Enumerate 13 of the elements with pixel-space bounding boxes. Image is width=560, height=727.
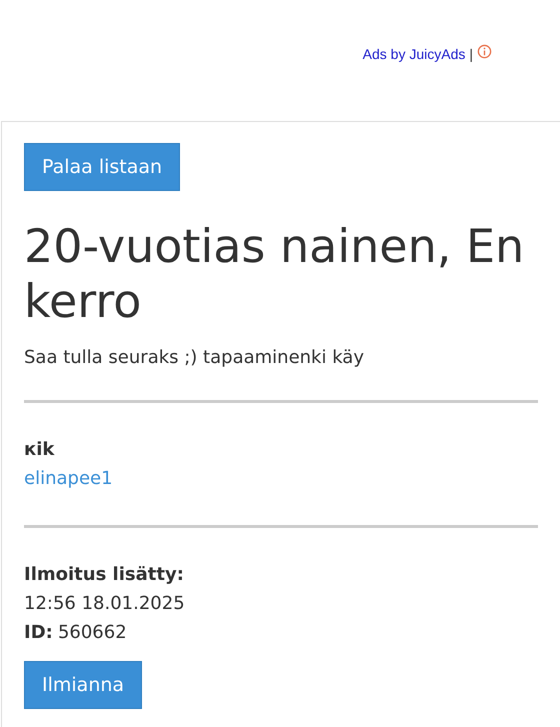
meta-label: Ilmoitus lisätty:	[24, 563, 185, 587]
ads-link[interactable]: Ads by JuicyAds	[362, 44, 466, 64]
contact-link[interactable]: elinapee1	[24, 468, 113, 489]
listing-title: 20-vuotias nainen, En kerro	[24, 219, 526, 329]
meta-value: 560662	[58, 622, 127, 643]
listing-description: Saa tulla seuraks ;) tapaaminenki käy	[24, 347, 365, 368]
back-button[interactable]: Palaa listaan	[24, 143, 180, 191]
meta-label: ID:	[24, 622, 53, 643]
separator: |	[469, 46, 473, 62]
report-button[interactable]: Ilmianna	[24, 661, 142, 709]
contact-label: кik	[24, 438, 56, 462]
meta-value: 12:56 18.01.2025	[24, 592, 186, 616]
info-icon[interactable]	[477, 44, 492, 58]
